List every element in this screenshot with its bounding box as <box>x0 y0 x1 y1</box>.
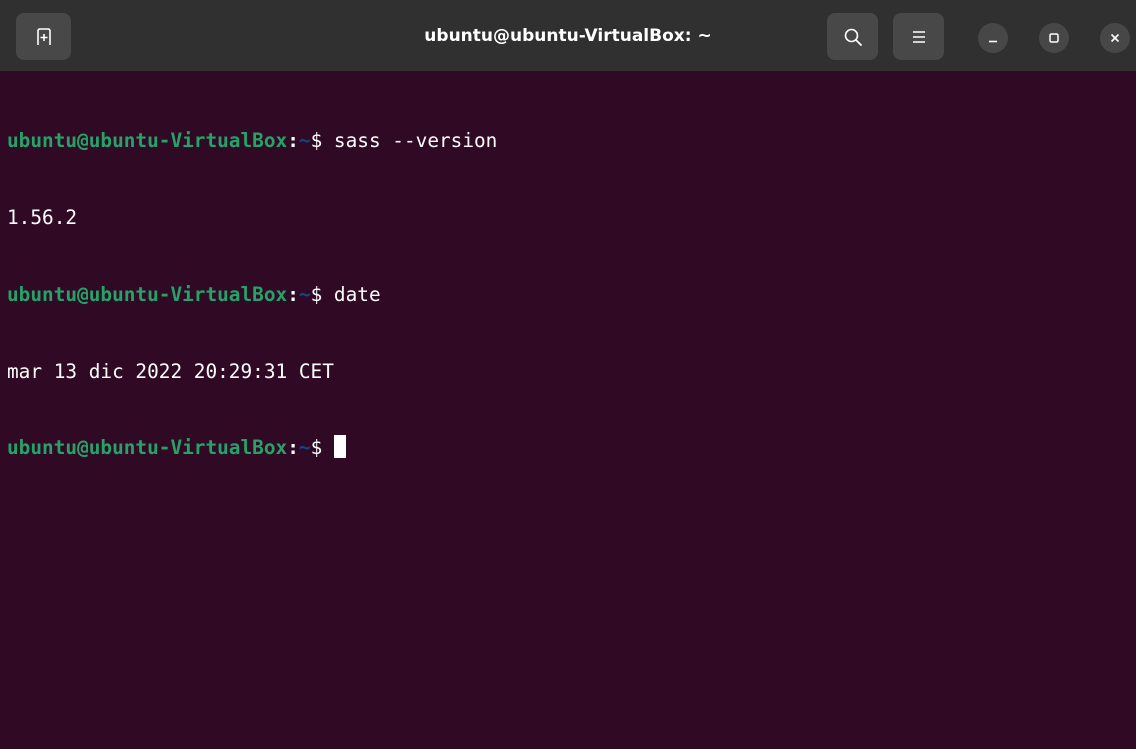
prompt-symbol: $ <box>310 282 334 306</box>
prompt-symbol: $ <box>310 436 334 460</box>
menu-button[interactable] <box>893 13 944 60</box>
prompt-user-host: ubuntu@ubuntu-VirtualBox <box>7 436 288 460</box>
output-line: mar 13 dic 2022 20:29:31 CET <box>7 359 334 383</box>
title-bar[interactable]: ubuntu@ubuntu-VirtualBox: ~ <box>0 0 1136 71</box>
hamburger-menu-icon <box>912 30 925 43</box>
terminal-window: ubuntu@ubuntu-VirtualBox: ~ ubuntu@ubunt… <box>0 0 1136 749</box>
command-text: date <box>333 282 381 306</box>
search-button[interactable] <box>827 13 878 60</box>
terminal-area[interactable]: ubuntu@ubuntu-VirtualBox:~$ sass --versi… <box>0 71 1136 749</box>
minimize-button[interactable] <box>978 23 1008 53</box>
prompt-path: ~ <box>298 282 311 306</box>
prompt-path: ~ <box>298 436 311 460</box>
prompt-colon: : <box>287 129 299 153</box>
new-tab-button[interactable] <box>16 13 71 60</box>
search-icon <box>844 28 862 46</box>
prompt-user-host: ubuntu@ubuntu-VirtualBox <box>7 129 288 153</box>
minimize-icon <box>989 40 997 43</box>
close-button[interactable] <box>1100 23 1130 53</box>
command-text: sass --version <box>333 129 498 153</box>
prompt-colon: : <box>287 436 299 460</box>
prompt-path: ~ <box>298 129 311 153</box>
prompt-user-host: ubuntu@ubuntu-VirtualBox <box>7 282 288 306</box>
prompt-line: ubuntu@ubuntu-VirtualBox:~$ date <box>7 282 1136 308</box>
maximize-icon <box>1049 33 1059 43</box>
close-icon <box>1110 33 1120 43</box>
terminal-cursor <box>333 435 346 459</box>
maximize-button[interactable] <box>1039 23 1069 53</box>
prompt-line: ubuntu@ubuntu-VirtualBox:~$ sass --versi… <box>7 128 1136 154</box>
prompt-symbol: $ <box>310 129 334 153</box>
window-title: ubuntu@ubuntu-VirtualBox: ~ <box>424 26 712 46</box>
output-line: 1.56.2 <box>7 205 78 229</box>
prompt-line: ubuntu@ubuntu-VirtualBox:~$ <box>7 435 1136 461</box>
prompt-colon: : <box>287 282 299 306</box>
new-tab-icon <box>36 27 51 45</box>
